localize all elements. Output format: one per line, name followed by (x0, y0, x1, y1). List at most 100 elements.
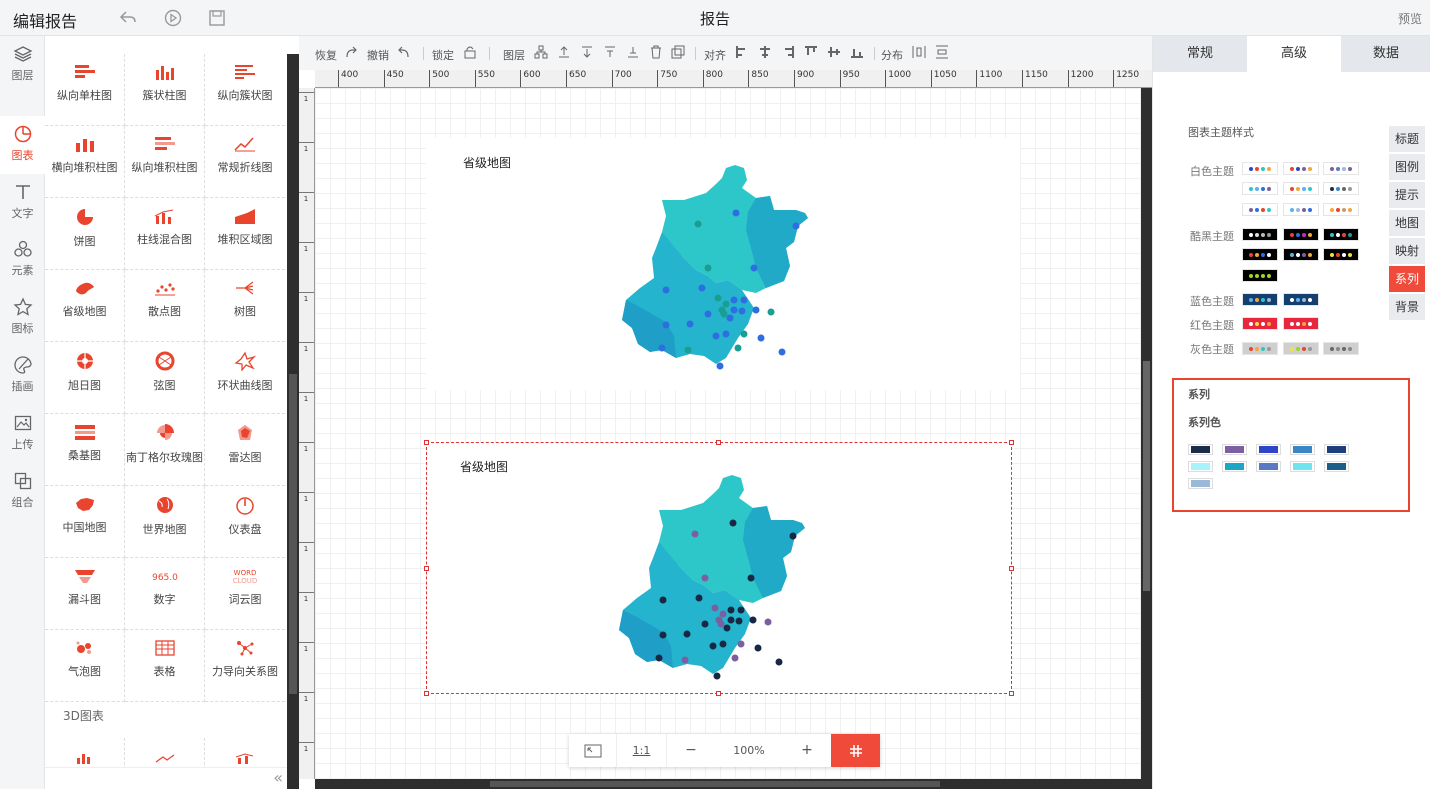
chart-bar-line[interactable]: 柱线混合图 (125, 198, 205, 270)
lock-button[interactable]: 锁定 (432, 47, 454, 63)
preview-button[interactable]: 预览 (1398, 10, 1422, 27)
theme-swatch[interactable] (1323, 182, 1359, 195)
theme-swatch[interactable] (1282, 342, 1319, 355)
theme-swatch[interactable] (1282, 182, 1319, 195)
palette-scrollbar[interactable] (287, 54, 299, 789)
redo-button[interactable]: 恢复 (315, 47, 337, 63)
actual-size-button[interactable]: 1:1 (617, 734, 667, 767)
align-top-icon[interactable] (804, 45, 818, 60)
series-color-chip[interactable] (1222, 444, 1247, 455)
resize-handle-bl[interactable] (424, 691, 429, 696)
zoom-out-button[interactable]: − (667, 734, 715, 767)
series-color-chip[interactable] (1188, 444, 1213, 455)
resize-handle-top[interactable] (716, 440, 721, 445)
bring-top-icon[interactable] (603, 45, 617, 60)
chart-vertical-stack[interactable]: 纵向堆积柱图 (125, 126, 205, 198)
chart-radial-line[interactable]: 环状曲线图 (205, 342, 285, 414)
lock-icon[interactable] (463, 45, 477, 60)
chart-china-map[interactable]: 中国地图 (45, 486, 125, 558)
undo-button[interactable]: 撤销 (367, 47, 389, 63)
chart-sunburst[interactable]: 旭日图 (45, 342, 125, 414)
theme-swatch[interactable] (1323, 228, 1359, 241)
palette-scroll-thumb[interactable] (289, 374, 297, 694)
theme-swatch[interactable] (1242, 228, 1278, 241)
theme-swatch[interactable] (1282, 248, 1319, 261)
theme-swatch[interactable] (1282, 317, 1319, 330)
theme-swatch[interactable] (1242, 293, 1278, 306)
theme-swatch[interactable] (1282, 162, 1319, 175)
side-tab-mapping[interactable]: 映射 (1389, 238, 1425, 264)
layer-button[interactable]: 图层 (503, 47, 525, 63)
send-bottom-icon[interactable] (626, 45, 640, 60)
side-tab-tooltip[interactable]: 提示 (1389, 182, 1425, 208)
series-color-chip[interactable] (1324, 461, 1349, 472)
theme-swatch[interactable] (1242, 269, 1278, 282)
chart-chord[interactable]: 弦图 (125, 342, 205, 414)
chart-horizontal-stack[interactable]: 横向堆积柱图 (45, 126, 125, 198)
back-icon[interactable] (118, 8, 138, 28)
chart-cluster-column[interactable]: 簇状柱图 (125, 54, 205, 126)
distribute-button[interactable]: 分布 (881, 47, 903, 63)
chart-stack-area[interactable]: 堆积区域图 (205, 198, 285, 270)
chart-province-map[interactable]: 省级地图 (45, 270, 125, 342)
side-tab-series[interactable]: 系列 (1389, 266, 1425, 292)
tab-data[interactable]: 数据 (1341, 36, 1430, 72)
chart-line[interactable]: 常规折线图 (205, 126, 285, 198)
resize-handle-br[interactable] (1009, 691, 1014, 696)
series-color-chip[interactable] (1256, 461, 1281, 472)
charts-tab[interactable]: 图表 (0, 116, 45, 174)
series-color-chip[interactable] (1290, 461, 1315, 472)
align-middle-icon[interactable] (827, 45, 841, 60)
distribute-vertical-icon[interactable] (935, 45, 949, 60)
chart-bubble[interactable]: 气泡图 (45, 630, 125, 702)
copy-icon[interactable] (671, 45, 685, 60)
undo-icon[interactable] (397, 45, 411, 60)
chart-sankey[interactable]: 桑基图 (45, 414, 125, 486)
theme-swatch[interactable] (1242, 162, 1278, 175)
grid-toggle-button[interactable] (831, 734, 880, 767)
align-center-icon[interactable] (758, 45, 772, 60)
theme-swatch[interactable] (1323, 342, 1359, 355)
side-tab-map[interactable]: 地图 (1389, 210, 1425, 236)
resize-handle-tr[interactable] (1009, 440, 1014, 445)
icons-tab[interactable]: 图标 (0, 289, 45, 347)
side-tab-background[interactable]: 背景 (1389, 294, 1425, 320)
theme-swatch[interactable] (1282, 203, 1319, 216)
theme-swatch[interactable] (1282, 293, 1319, 306)
chart-scatter[interactable]: 散点图 (125, 270, 205, 342)
fit-screen-button[interactable] (569, 734, 617, 767)
chart-force-graph[interactable]: 力导向关系图 (205, 630, 285, 702)
align-button[interactable]: 对齐 (704, 47, 726, 63)
delete-icon[interactable] (649, 45, 663, 60)
zoom-in-button[interactable]: + (783, 734, 831, 767)
series-color-chip[interactable] (1188, 461, 1213, 472)
resize-handle-right[interactable] (1009, 566, 1014, 571)
series-color-chip[interactable] (1290, 444, 1315, 455)
redo-icon[interactable] (344, 45, 358, 60)
save-icon[interactable] (207, 8, 227, 28)
align-left-icon[interactable] (735, 45, 749, 60)
series-color-chip[interactable] (1188, 478, 1213, 489)
chart-world-map[interactable]: 世界地图 (125, 486, 205, 558)
chart-word-cloud[interactable]: WORD CLOUD 词云图 (205, 558, 285, 630)
illustration-tab[interactable]: 插画 (0, 347, 45, 405)
theme-swatch[interactable] (1323, 203, 1359, 216)
chart-gauge[interactable]: 仪表盘 (205, 486, 285, 558)
canvas-vscrollbar[interactable] (1141, 88, 1152, 779)
chart-radar[interactable]: 雷达图 (205, 414, 285, 486)
map-chart-1[interactable]: 省级地图 (426, 138, 1020, 390)
chart-tree[interactable]: 树图 (205, 270, 285, 342)
series-color-chip[interactable] (1222, 461, 1247, 472)
side-tab-legend[interactable]: 图例 (1389, 154, 1425, 180)
report-canvas[interactable]: 省级地图 省级地图 (315, 88, 1141, 779)
chart-number[interactable]: 965.0 数字 (125, 558, 205, 630)
chart-pie[interactable]: 饼图 (45, 198, 125, 270)
tab-advanced[interactable]: 高级 (1247, 36, 1341, 72)
theme-swatch[interactable] (1242, 203, 1278, 216)
text-tab[interactable]: 文字 (0, 174, 45, 232)
chart-funnel[interactable]: 漏斗图 (45, 558, 125, 630)
bring-up-icon[interactable] (557, 45, 571, 60)
series-color-chip[interactable] (1256, 444, 1281, 455)
layer-tree-icon[interactable] (534, 45, 548, 60)
side-tab-title[interactable]: 标题 (1389, 126, 1425, 152)
